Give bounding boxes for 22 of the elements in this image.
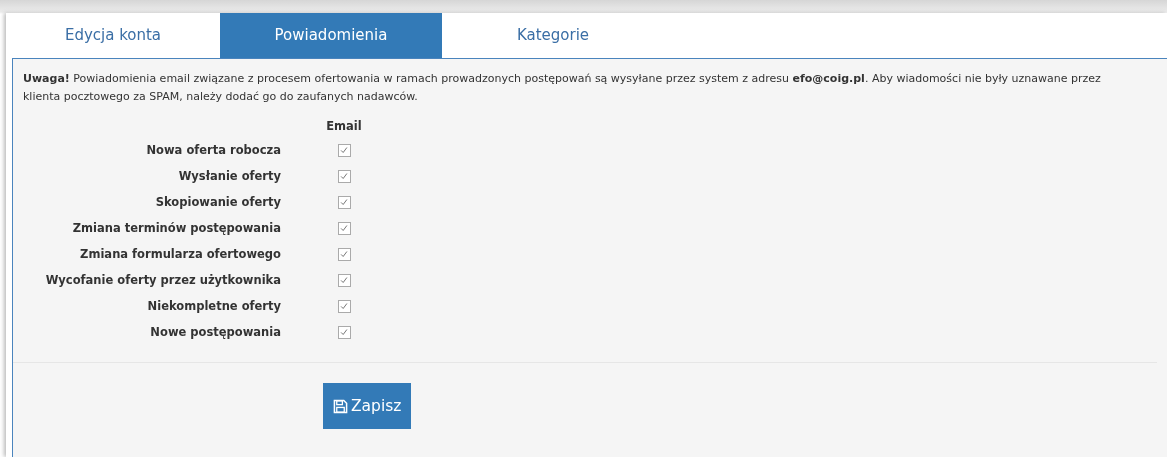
column-header: Email <box>325 118 363 134</box>
email-checkbox[interactable] <box>337 169 351 183</box>
setting-label: Niekompletne oferty <box>146 298 281 315</box>
email-checkbox[interactable] <box>337 299 351 313</box>
setting-label: Nowa oferta robocza <box>145 142 281 159</box>
email-checkbox[interactable] <box>337 325 351 339</box>
email-checkbox[interactable] <box>337 247 351 261</box>
setting-label: Nowe postępowania <box>149 324 281 341</box>
save-button[interactable]: Zapisz <box>323 383 412 429</box>
tab[interactable]: Powiadomienia <box>220 13 442 58</box>
email-checkbox[interactable] <box>337 221 351 235</box>
email-checkbox[interactable] <box>337 143 351 157</box>
setting-label: Wycofanie oferty przez użytkownika <box>44 272 281 289</box>
setting-label: Wysłanie oferty <box>177 168 281 185</box>
setting-label: Zmiana formularza ofertowego <box>79 246 281 263</box>
setting-label: Skopiowanie oferty <box>154 194 281 211</box>
tab[interactable]: Edycja konta <box>6 13 220 58</box>
email-checkbox[interactable] <box>337 195 351 209</box>
tab[interactable]: Kategorie <box>442 13 664 58</box>
notice-text: Uwaga! Powiadomienia email związane z procesem ofertowania w ramach prowadzonych postępowań są wysyłane przez system z adresu efo@coig.pl. Aby wiadomości nie były uznawane przez klienta pocztowego za SPAM, należy dodać go do zaufanych nadawców. <box>23 71 1102 105</box>
setting-label: Zmiana terminów postępowania <box>71 220 281 237</box>
email-checkbox[interactable] <box>337 273 351 287</box>
